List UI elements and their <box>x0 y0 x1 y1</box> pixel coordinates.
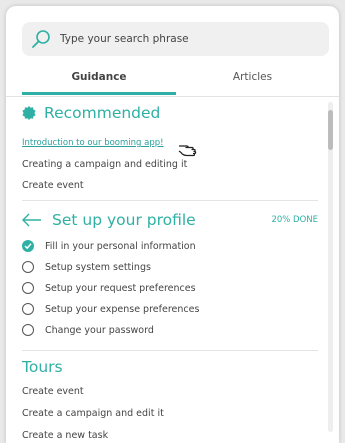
tab-guidance[interactable]: Guidance <box>22 64 176 95</box>
search-icon <box>32 30 50 48</box>
profile-title: Set up your profile <box>52 211 196 229</box>
back-arrow-icon[interactable] <box>22 213 42 227</box>
step-label: Fill in your personal information <box>45 240 196 252</box>
tour-item-event[interactable]: Create event <box>22 386 84 397</box>
empty-circle-icon <box>22 324 34 336</box>
tour-item-task[interactable]: Create a new task <box>22 430 108 441</box>
tab-bar: Guidance Articles <box>6 64 339 97</box>
scrollbar[interactable] <box>328 102 333 432</box>
empty-circle-icon <box>22 303 34 315</box>
tours-title: Tours <box>22 358 63 376</box>
recommended-item-campaign[interactable]: Creating a campaign and editing it <box>22 159 187 170</box>
search-bar[interactable] <box>22 22 329 56</box>
profile-step-expense-preferences[interactable]: Setup your expense preferences <box>22 303 199 315</box>
profile-header: Set up your profile 20% DONE <box>22 208 318 232</box>
step-label: Setup your request preferences <box>45 282 196 294</box>
step-label: Setup system settings <box>45 261 151 273</box>
profile-step-request-preferences[interactable]: Setup your request preferences <box>22 282 196 294</box>
badge-icon <box>22 106 36 120</box>
progress-label: 20% DONE <box>271 215 318 225</box>
profile-step-system-settings[interactable]: Setup system settings <box>22 261 151 273</box>
profile-step-change-password[interactable]: Change your password <box>22 324 154 336</box>
recommended-item-event[interactable]: Create event <box>22 180 84 191</box>
divider <box>22 200 318 201</box>
empty-circle-icon <box>22 282 34 294</box>
tab-articles[interactable]: Articles <box>176 64 329 95</box>
profile-step-personal-info[interactable]: Fill in your personal information <box>22 240 196 252</box>
help-panel: Guidance Articles Recommended Introducti… <box>6 6 339 443</box>
divider <box>22 350 318 351</box>
step-label: Setup your expense preferences <box>45 303 200 315</box>
recommended-header: Recommended <box>22 100 160 126</box>
tour-item-campaign[interactable]: Create a campaign and edit it <box>22 408 164 419</box>
check-circle-icon <box>22 240 34 252</box>
search-input[interactable] <box>58 32 322 46</box>
hand-pointer-icon <box>178 145 197 157</box>
scrollbar-thumb[interactable] <box>328 110 333 150</box>
empty-circle-icon <box>22 261 34 273</box>
recommended-item-intro-link[interactable]: Introduction to our booming app! <box>22 138 164 148</box>
step-label: Change your password <box>45 324 154 336</box>
recommended-title: Recommended <box>44 104 161 122</box>
